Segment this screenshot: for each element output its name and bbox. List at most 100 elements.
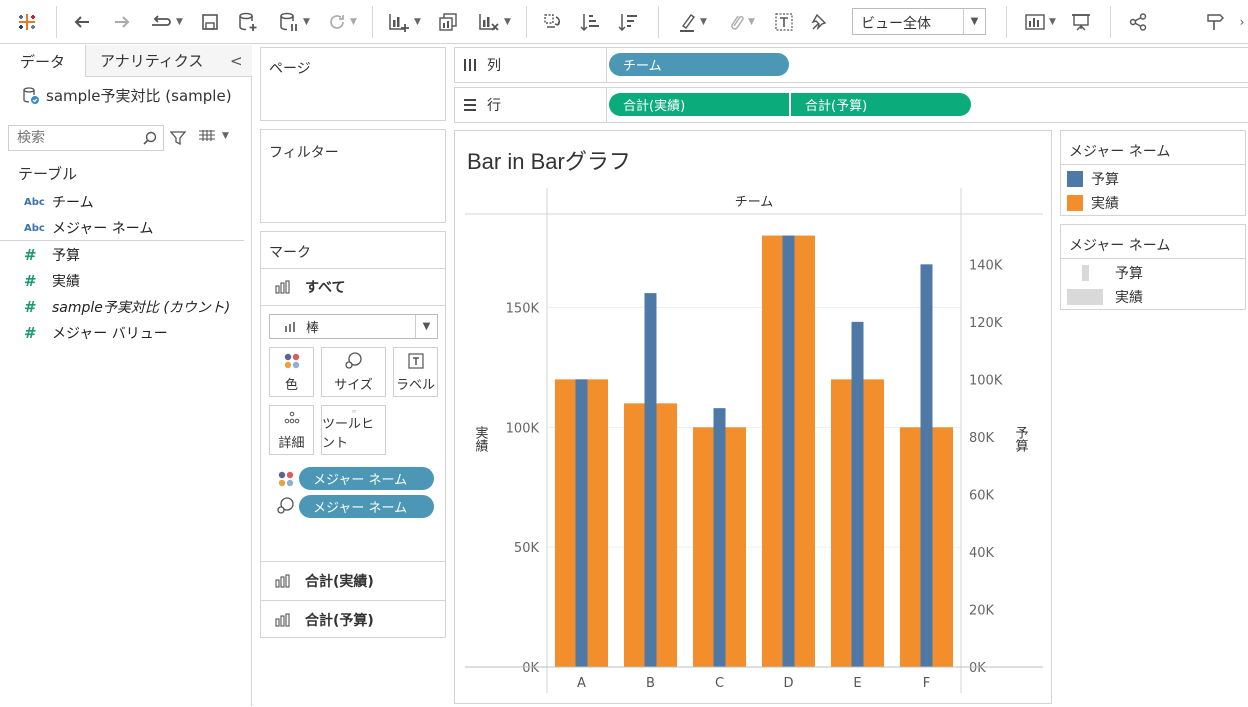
tab-analytics[interactable]: アナリティクス (86, 45, 252, 77)
duplicate-sheet-icon[interactable] (434, 8, 462, 36)
tab-data[interactable]: データ (0, 45, 86, 77)
bar-budget (782, 235, 795, 668)
size-legend[interactable]: メジャー ネーム 予算 実績 (1060, 224, 1246, 310)
toolbar: ▼ ▼ ▼ ▼ ▼ ▼ ▼ ビュー全体 ▼ ▼ › (0, 0, 1248, 44)
redirect-icon[interactable]: ▼ (144, 8, 188, 36)
field-name: sample予実対比 (カウント) (52, 300, 231, 316)
chevron-right-icon[interactable]: › (1236, 8, 1248, 36)
group-members-icon[interactable]: ▼ (718, 8, 762, 36)
color-button[interactable]: 色 (269, 347, 314, 397)
show-mark-labels-icon[interactable] (770, 8, 798, 36)
detail-button[interactable]: 詳細 (269, 405, 314, 455)
marks-actual-tab[interactable]: 合計(実績) (261, 561, 445, 599)
legend-title: メジャー ネーム (1061, 131, 1245, 165)
share-icon[interactable] (1124, 8, 1152, 36)
undo-icon[interactable] (68, 8, 96, 36)
filters-card[interactable]: フィルター (260, 129, 446, 223)
tab-analytics-label: アナリティクス (100, 52, 204, 70)
marks-measure-label: 合計(予算) (305, 612, 374, 629)
toolbar-separator (56, 6, 57, 38)
marks-measure-label: 合計(実績) (305, 573, 374, 590)
marks-all-label: すべて (305, 280, 346, 296)
marks-color-pill[interactable]: メジャー ネーム (299, 467, 434, 490)
y-right-tick-label: 100K (969, 373, 1003, 388)
number-type-icon: # (24, 298, 37, 316)
chart-title: Bar in Barグラフ (467, 149, 631, 174)
show-me-icon[interactable]: ▼ (1018, 8, 1062, 36)
bar-budget (713, 408, 726, 667)
legend-item[interactable]: 予算 (1061, 261, 1245, 285)
detail-label: 詳細 (278, 436, 305, 451)
label-button[interactable]: ラベル (393, 347, 438, 397)
legend-item[interactable]: 予算 (1061, 167, 1245, 191)
swap-rows-columns-icon[interactable] (538, 8, 566, 36)
bar-budget (575, 379, 588, 667)
measure-field[interactable]: # 実績 (24, 270, 80, 292)
legend-item[interactable]: 実績 (1061, 191, 1245, 215)
collapse-pane-button[interactable]: < (230, 52, 243, 70)
highlight-icon[interactable]: ▼ (670, 8, 714, 36)
measure-field[interactable]: # メジャー バリュー (24, 322, 168, 344)
x-tick-label: E (853, 676, 861, 691)
search-icon[interactable] (143, 131, 157, 145)
tooltip-button[interactable]: ツールヒント (321, 405, 386, 455)
color-legend[interactable]: メジャー ネーム 予算 実績 (1060, 130, 1246, 216)
rows-icon (464, 99, 476, 111)
new-datasource-icon[interactable] (234, 8, 262, 36)
refresh-icon[interactable]: ▼ (320, 8, 364, 36)
rows-pill-actual[interactable]: 合計(実績) (609, 93, 789, 116)
pause-data-icon[interactable]: ▼ (272, 8, 316, 36)
sort-descending-icon[interactable] (614, 8, 642, 36)
datasource-item[interactable]: sample予実対比 (sample) (22, 85, 232, 106)
pages-card[interactable]: ページ (260, 47, 446, 121)
search-input[interactable] (9, 126, 129, 150)
mark-type-select[interactable]: 棒 ▼ (269, 314, 438, 339)
save-icon[interactable] (196, 8, 224, 36)
section-table-heading: テーブル (18, 165, 78, 183)
legend-item[interactable]: 実績 (1061, 285, 1245, 309)
size-swatch (1067, 289, 1103, 305)
marks-size-pill[interactable]: メジャー ネーム (299, 495, 434, 518)
x-tick-label: A (577, 676, 586, 691)
marks-budget-tab[interactable]: 合計(予算) (261, 600, 445, 638)
columns-pill[interactable]: チーム (609, 53, 789, 76)
bar-budget (851, 321, 864, 667)
measure-field[interactable]: # sample予実対比 (カウント) (24, 296, 230, 318)
pin-axes-icon[interactable] (806, 8, 834, 36)
clear-sheet-icon[interactable]: ▼ (472, 8, 516, 36)
filter-icon[interactable] (170, 130, 186, 146)
y-left-tick-label: 0K (522, 661, 539, 676)
view-size-select[interactable]: ビュー全体 ▼ (852, 8, 986, 35)
data-pane: データ アナリティクス < sample予実対比 (sample) ▼ テーブル… (0, 45, 252, 706)
x-tick-label: F (923, 676, 930, 691)
rows-shelf[interactable]: 行 合計(実績) 合計(予算) (454, 87, 1248, 123)
tooltip-label: ツールヒント (322, 417, 375, 451)
view-options-button[interactable]: ▼ (198, 129, 229, 143)
marks-all-tab[interactable]: すべて (261, 268, 445, 306)
search-box[interactable] (8, 125, 164, 151)
field-name: チーム (52, 195, 94, 211)
measure-field[interactable]: # 予算 (24, 244, 80, 266)
y-left-tick-label: 50K (514, 541, 540, 556)
rows-pill-budget[interactable]: 合計(予算) (791, 93, 971, 116)
redo-icon[interactable] (108, 8, 136, 36)
y-right-tick-label: 80K (969, 431, 995, 446)
new-worksheet-icon[interactable]: ▼ (382, 8, 426, 36)
tableau-logo-icon[interactable] (12, 8, 42, 36)
chevron-down-icon[interactable]: ▼ (963, 9, 985, 34)
dimension-field[interactable]: Abc チーム (24, 191, 94, 213)
legend-swatch (1067, 195, 1083, 211)
field-name: 予算 (52, 248, 80, 264)
size-swatch (1081, 265, 1089, 281)
label-icon (407, 353, 424, 369)
pointer-icon[interactable] (1202, 8, 1232, 36)
size-button[interactable]: サイズ (321, 347, 386, 397)
dimension-field[interactable]: Abc メジャー ネーム (24, 217, 153, 239)
sort-ascending-icon[interactable] (576, 8, 604, 36)
string-type-icon: Abc (24, 222, 45, 234)
presentation-mode-icon[interactable] (1066, 8, 1096, 36)
chevron-down-icon[interactable]: ▼ (415, 315, 437, 338)
columns-shelf[interactable]: 列 チーム (454, 47, 1248, 83)
color-label: 色 (284, 378, 298, 393)
y-right-tick-label: 40K (969, 546, 995, 561)
